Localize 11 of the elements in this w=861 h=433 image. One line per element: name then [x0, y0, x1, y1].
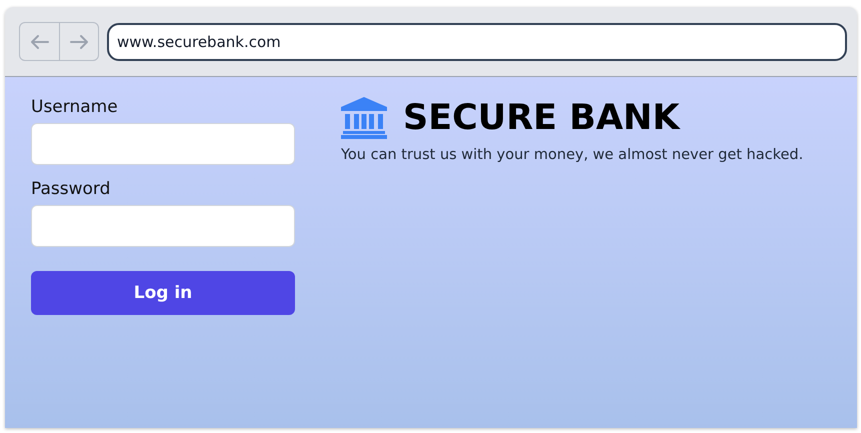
tagline: You can trust us with your money, we almost never get hacked. [341, 147, 804, 163]
input-field[interactable] [31, 123, 295, 165]
left-arrow-icon [30, 34, 50, 50]
address-bar[interactable]: www.securebank.com [107, 22, 847, 60]
field-label: Password [31, 179, 112, 199]
right-arrow-icon [69, 34, 89, 50]
bank-icon [341, 97, 387, 139]
input-field[interactable] [31, 205, 295, 247]
field-label: Username [31, 97, 119, 117]
bank-title: SECURE BANK [403, 98, 680, 138]
login-button[interactable]: Log in [31, 271, 295, 315]
